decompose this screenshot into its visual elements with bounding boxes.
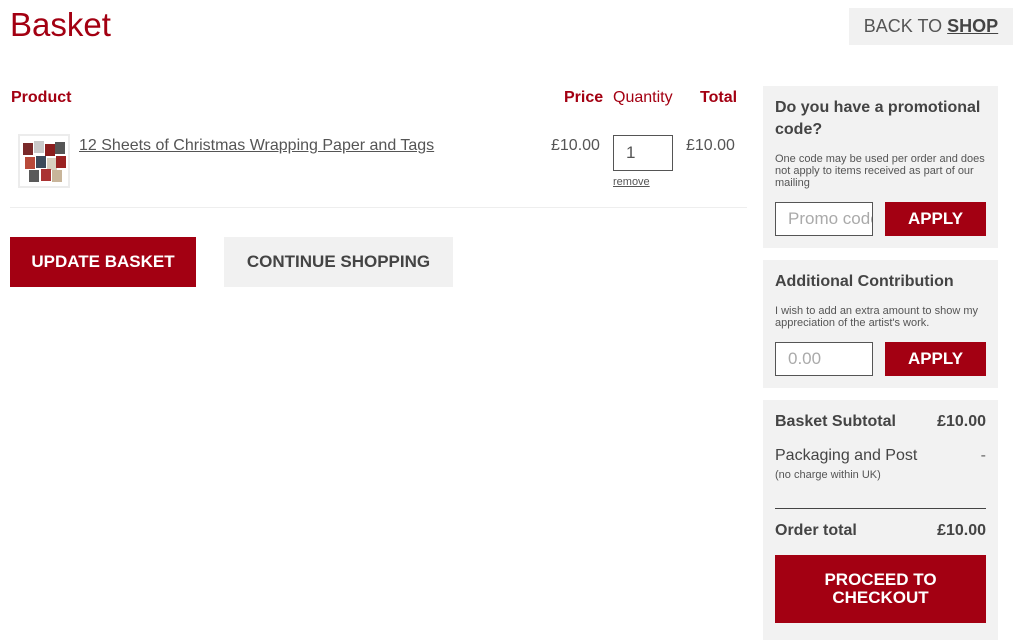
- contribution-panel: Additional Contribution I wish to add an…: [763, 260, 998, 388]
- promo-apply-button[interactable]: APPLY: [885, 202, 986, 236]
- product-name-link[interactable]: 12 Sheets of Christmas Wrapping Paper an…: [79, 137, 434, 155]
- item-total: £10.00: [686, 137, 735, 154]
- quantity-input[interactable]: [613, 135, 673, 171]
- promo-code-input[interactable]: [775, 202, 873, 236]
- product-thumbnail[interactable]: [18, 134, 70, 188]
- postage-note: (no charge within UK): [775, 469, 881, 481]
- subtotal-label: Basket Subtotal: [775, 413, 896, 430]
- back-to-label: BACK TO: [863, 16, 943, 36]
- continue-shopping-button[interactable]: CONTINUE SHOPPING: [224, 237, 453, 287]
- contribution-amount-input[interactable]: [775, 342, 873, 376]
- column-header-quantity: Quantity: [613, 89, 673, 106]
- checkout-label: PROCEED TO CHECKOUT: [824, 570, 937, 607]
- promo-title: Do you have a promotional code?: [775, 99, 981, 138]
- column-header-product: Product: [11, 89, 72, 106]
- order-summary-panel: Basket Subtotal £10.00 Packaging and Pos…: [763, 400, 998, 640]
- update-basket-button[interactable]: UPDATE BASKET: [10, 237, 196, 287]
- row-divider: [10, 207, 747, 208]
- contribution-title: Additional Contribution: [775, 273, 954, 290]
- order-total-value: £10.00: [937, 522, 986, 539]
- postage-value: -: [980, 447, 986, 464]
- remove-item-link[interactable]: remove: [613, 176, 650, 188]
- shop-link-label: SHOP: [947, 16, 999, 36]
- contribution-apply-button[interactable]: APPLY: [885, 342, 986, 376]
- column-header-total: Total: [700, 89, 738, 106]
- back-to-shop-button[interactable]: BACK TO SHOP: [849, 8, 1013, 45]
- proceed-to-checkout-button[interactable]: PROCEED TO CHECKOUT: [775, 555, 986, 623]
- column-header-price: Price: [564, 89, 604, 106]
- wrapping-paper-image: [23, 141, 66, 182]
- postage-label: Packaging and Post: [775, 447, 918, 464]
- promo-description: One code may be used per order and does …: [775, 153, 985, 189]
- order-total-label: Order total: [775, 522, 857, 539]
- summary-divider: [775, 508, 986, 509]
- subtotal-value: £10.00: [937, 413, 986, 430]
- item-price: £10.00: [551, 137, 600, 154]
- promo-code-panel: Do you have a promotional code? One code…: [763, 86, 998, 248]
- page-title: Basket: [10, 6, 111, 43]
- contribution-description: I wish to add an extra amount to show my…: [775, 305, 978, 329]
